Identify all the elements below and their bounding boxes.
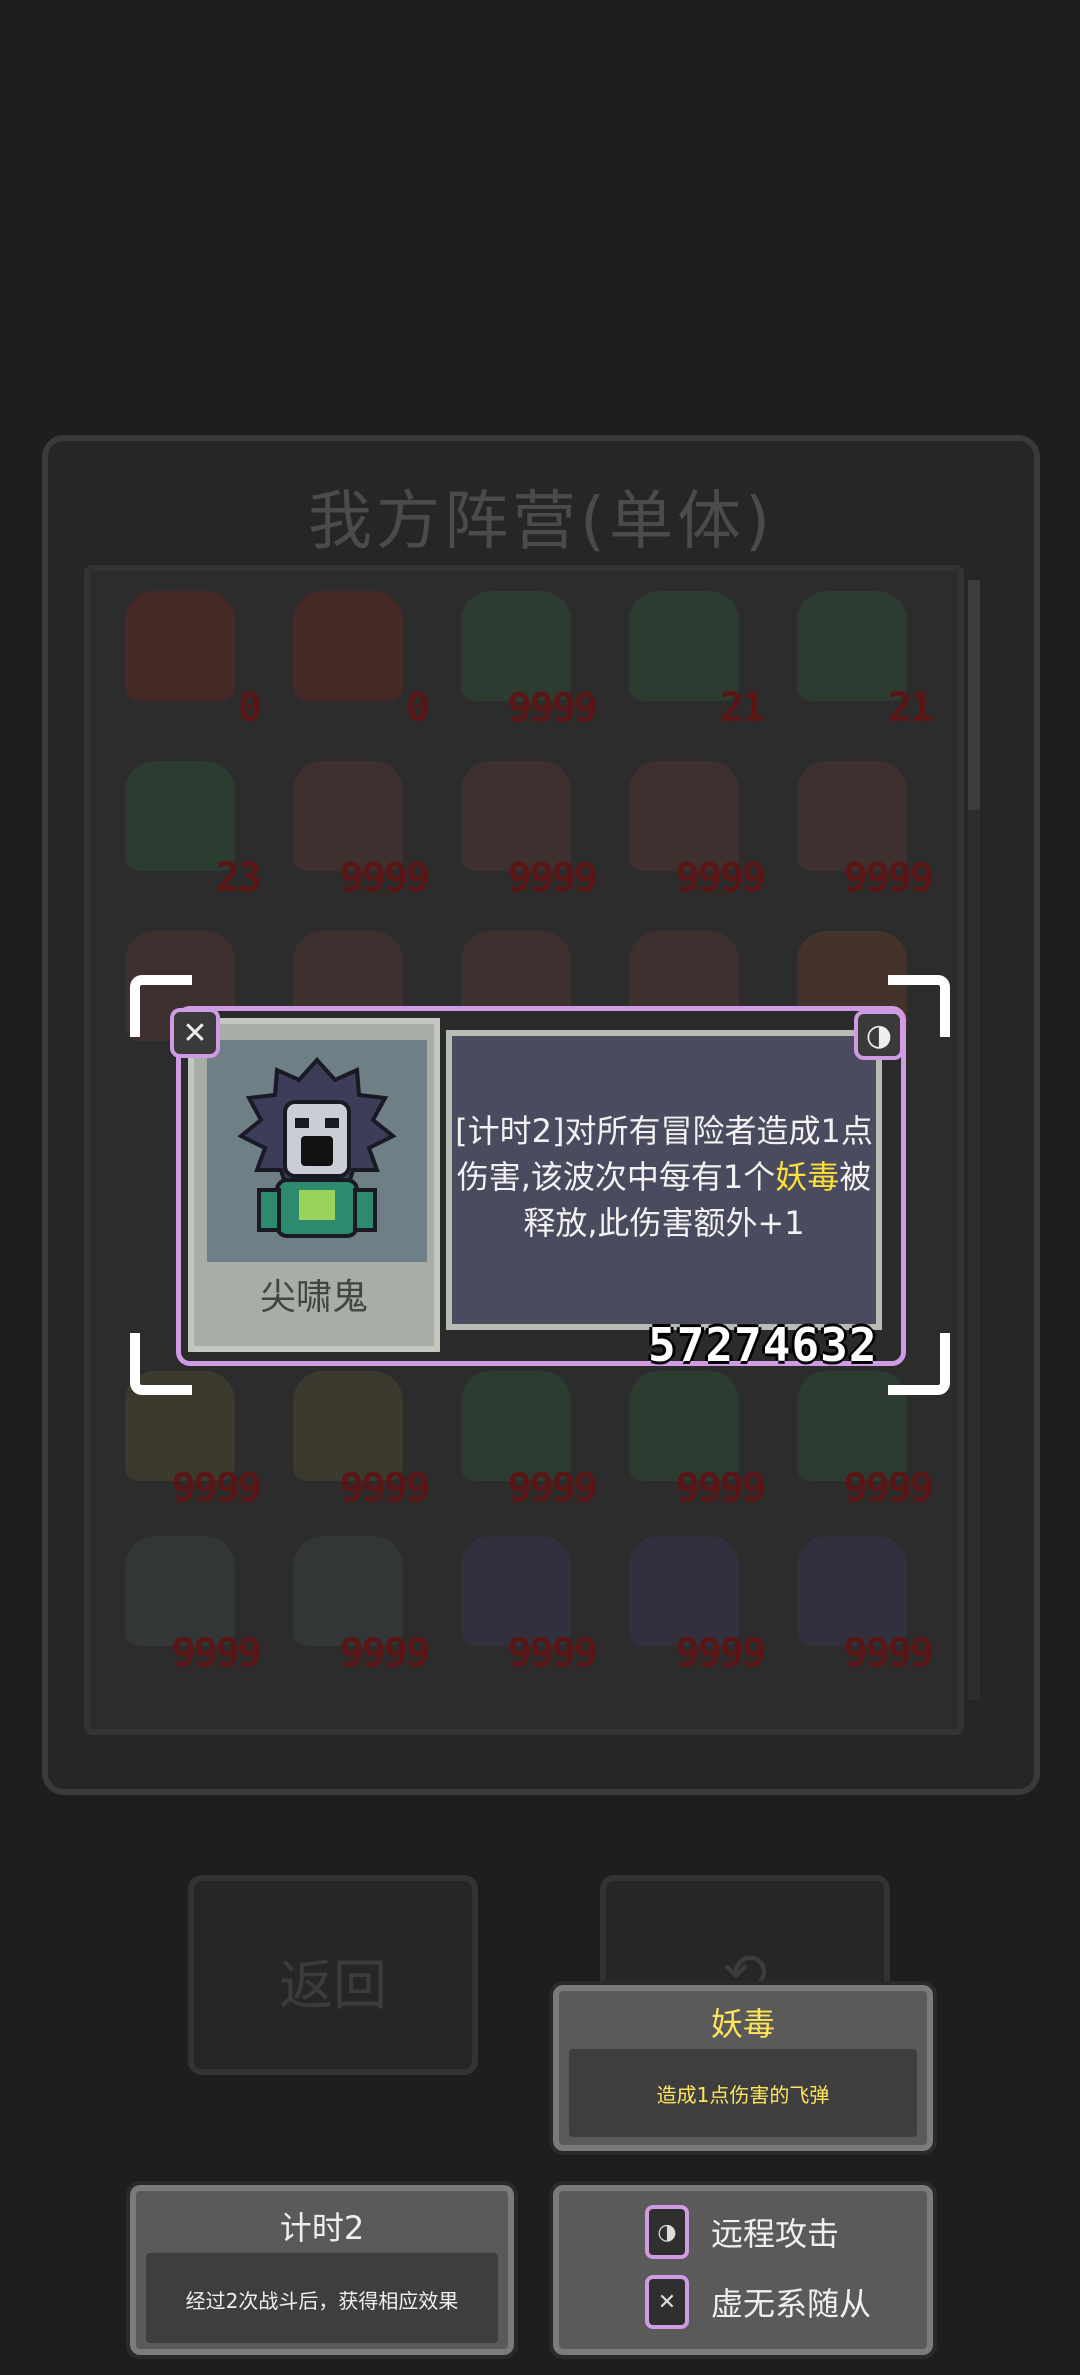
unit-count: 9999 xyxy=(675,1465,766,1511)
unit-description: [计时2]对所有冒险者造成1点伤害,该波次中每有1个妖毒被释放,此伤害额外+1 xyxy=(446,1108,882,1246)
unit-count: 21 xyxy=(887,685,934,731)
unit-count: 9999 xyxy=(507,1630,598,1676)
unit-count: 9999 xyxy=(171,1465,262,1511)
unit-count: 21 xyxy=(719,685,766,731)
unit-portrait xyxy=(207,1040,427,1262)
back-button[interactable]: 返回 xyxy=(188,1875,478,2075)
unit-cell[interactable]: 9999 xyxy=(772,751,934,901)
unit-count: 9999 xyxy=(339,855,430,901)
poison-tooltip: 妖毒 造成1点伤害的飞弹 xyxy=(549,1981,937,2155)
unit-cell[interactable]: 9999 xyxy=(268,751,430,901)
timer-tooltip-title: 计时2 xyxy=(279,2209,365,2247)
void-icon[interactable]: ✕ xyxy=(170,1008,220,1058)
unit-cell[interactable]: 9999 xyxy=(436,751,598,901)
unit-cell[interactable]: 9999 xyxy=(604,751,766,901)
poison-tooltip-text: 造成1点伤害的飞弹 xyxy=(656,2083,830,2107)
unit-count: 9999 xyxy=(171,1630,262,1676)
poison-tooltip-body: 造成1点伤害的飞弹 xyxy=(569,2049,917,2137)
screaming-ghost-icon xyxy=(237,1057,397,1238)
unit-id-code: 57274632 xyxy=(648,1318,878,1372)
unit-count: 9999 xyxy=(843,855,934,901)
poison-keyword-link[interactable]: 妖毒 xyxy=(775,1158,839,1196)
back-button-label: 返回 xyxy=(279,1954,387,2017)
unit-cell[interactable]: 9999 xyxy=(772,1526,934,1676)
ranged-icon[interactable]: ◑ xyxy=(854,1010,904,1060)
void-icon: ✕ xyxy=(645,2275,689,2329)
unit-count: 9999 xyxy=(507,685,598,731)
unit-cell[interactable]: 9999 xyxy=(100,1526,262,1676)
tag-ranged[interactable]: ◑ 远程攻击 xyxy=(645,2205,839,2259)
unit-count: 9999 xyxy=(843,1465,934,1511)
timer-tooltip-text: 经过2次战斗后，获得相应效果 xyxy=(185,2289,459,2313)
unit-count: 9999 xyxy=(507,1465,598,1511)
unit-cell[interactable]: 9999 xyxy=(436,1526,598,1676)
poison-tooltip-title: 妖毒 xyxy=(710,2005,775,2043)
roster-panel-title: 我方阵营(单体) xyxy=(308,485,774,559)
unit-cell[interactable]: 23 xyxy=(100,751,262,901)
grid-scrollbar-thumb[interactable] xyxy=(968,580,980,810)
ranged-icon: ◑ xyxy=(645,2205,689,2259)
unit-count: 9999 xyxy=(339,1465,430,1511)
unit-cell[interactable]: 9999 xyxy=(268,1526,430,1676)
timer-tooltip: 计时2 经过2次战斗后，获得相应效果 xyxy=(126,2181,518,2359)
unit-cell[interactable]: 9999 xyxy=(604,1526,766,1676)
tags-box: ◑ 远程攻击 ✕ 虚无系随从 xyxy=(549,2181,937,2359)
unit-count: 0 xyxy=(237,685,262,731)
unit-count: 9999 xyxy=(507,855,598,901)
unit-count: 9999 xyxy=(675,1630,766,1676)
unit-name: 尖啸鬼 xyxy=(259,1277,368,1318)
unit-cell[interactable]: 0 xyxy=(268,581,430,731)
unit-count: 9999 xyxy=(675,855,766,901)
unit-cell[interactable]: 21 xyxy=(772,581,934,731)
tag-void[interactable]: ✕ 虚无系随从 xyxy=(645,2275,871,2329)
unit-count: 23 xyxy=(215,855,262,901)
unit-count: 9999 xyxy=(843,1630,934,1676)
unit-cell[interactable]: 9999 xyxy=(436,581,598,731)
unit-count: 0 xyxy=(405,685,430,731)
unit-cell[interactable]: 21 xyxy=(604,581,766,731)
unit-count: 9999 xyxy=(339,1630,430,1676)
unit-cell[interactable]: 0 xyxy=(100,581,262,731)
timer-tooltip-body: 经过2次战斗后，获得相应效果 xyxy=(146,2253,498,2343)
tag-label: 虚无系随从 xyxy=(711,2285,872,2323)
tag-label: 远程攻击 xyxy=(711,2215,840,2253)
